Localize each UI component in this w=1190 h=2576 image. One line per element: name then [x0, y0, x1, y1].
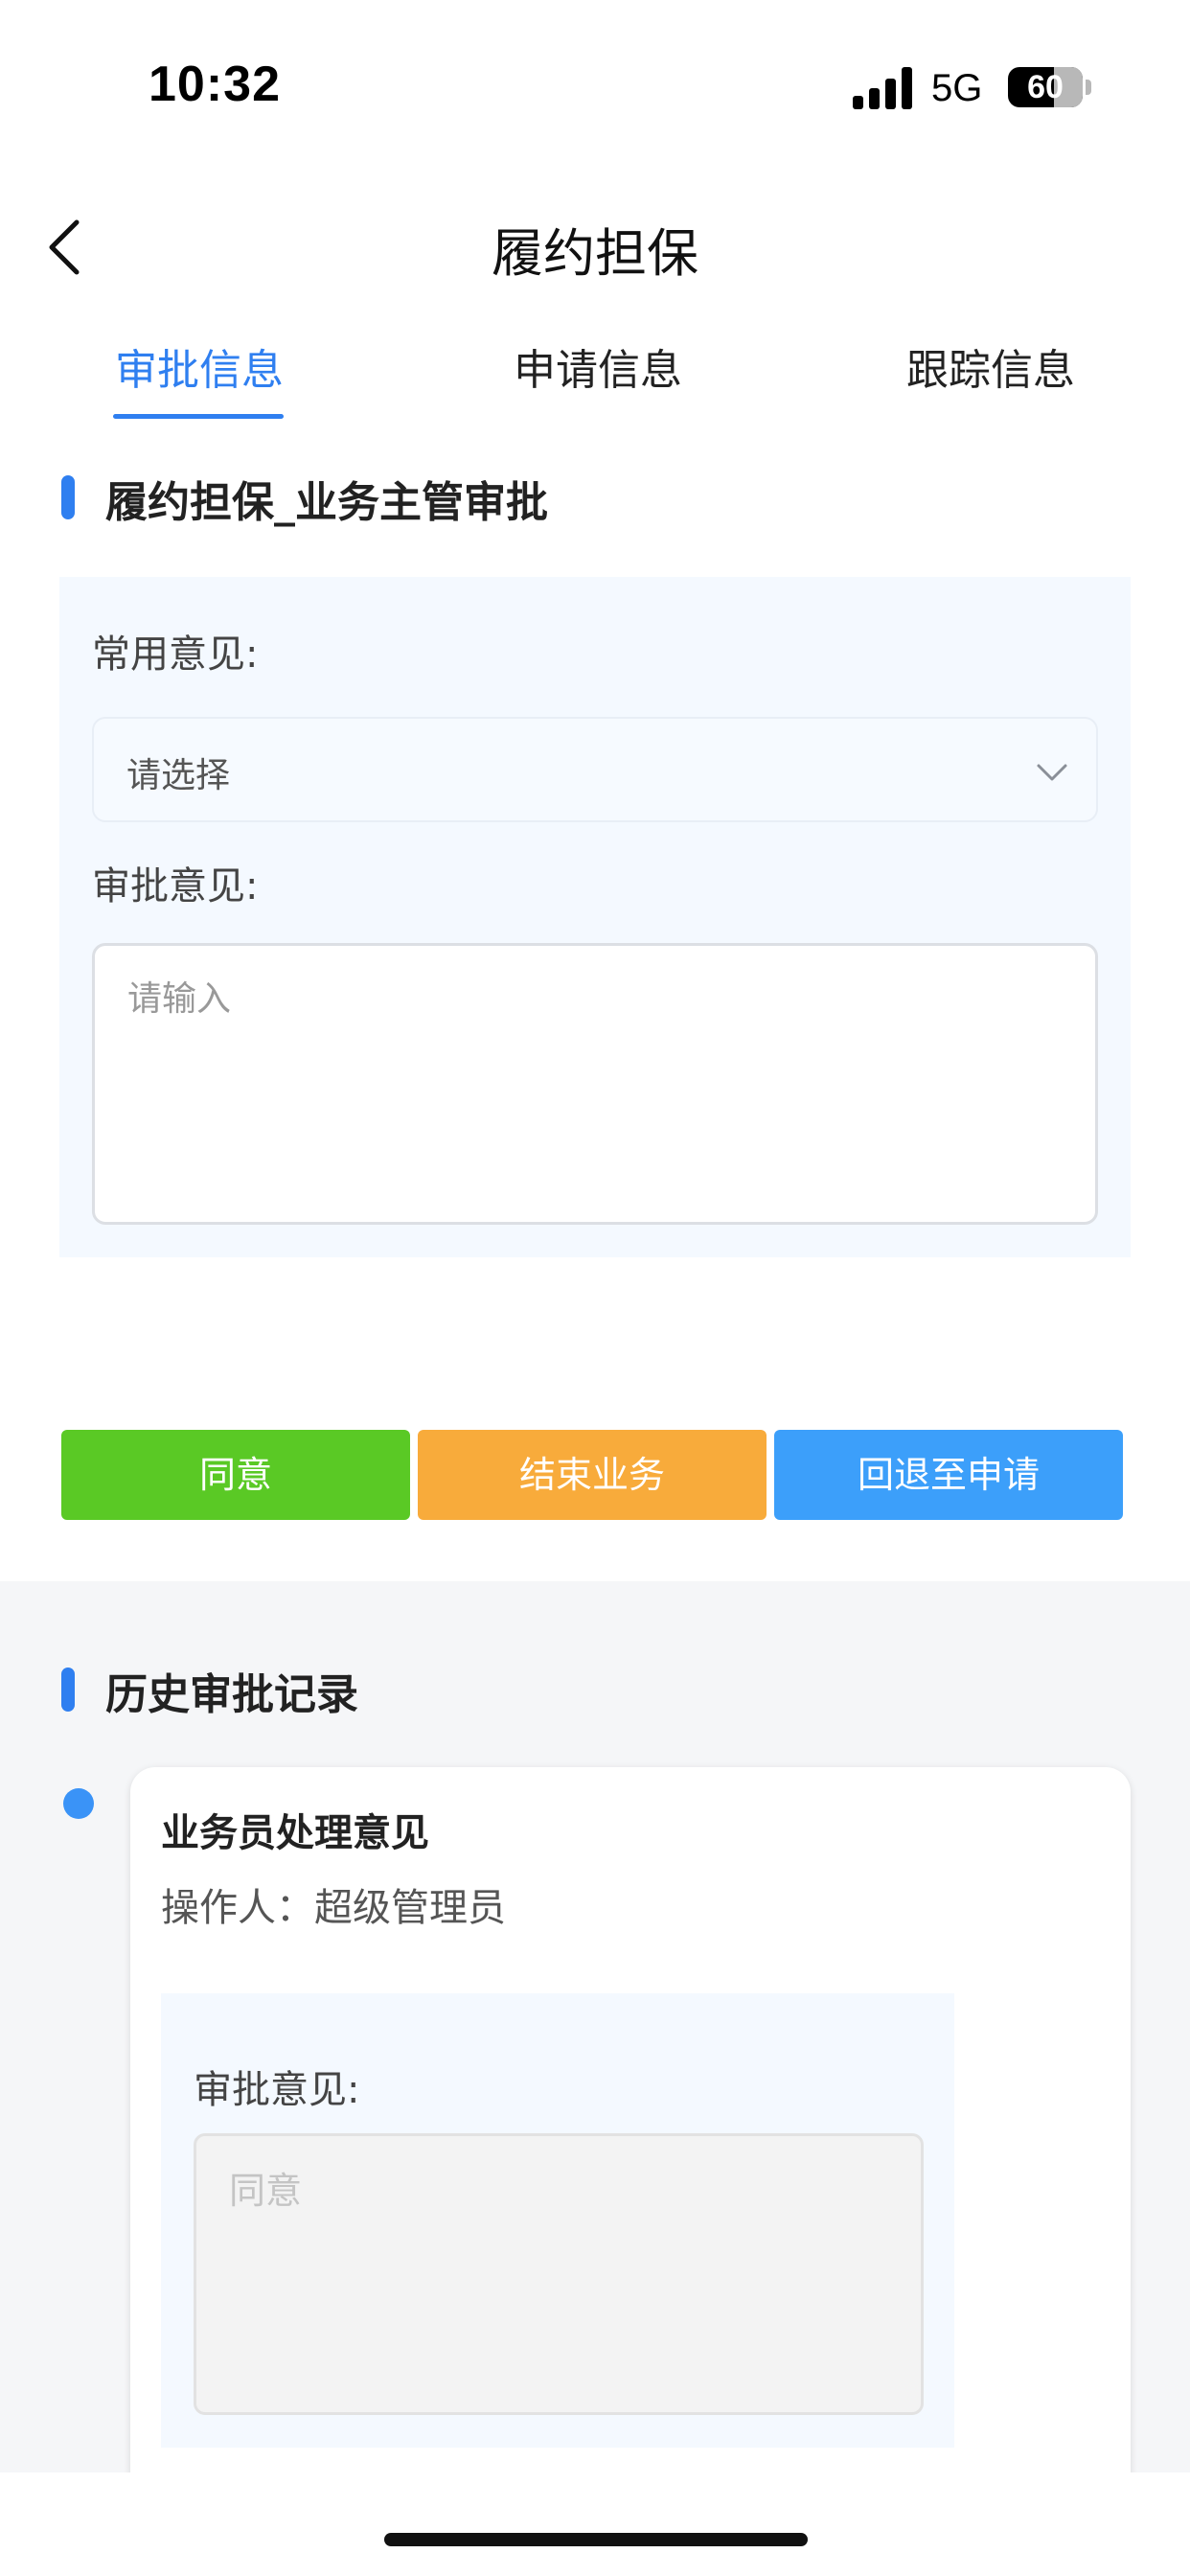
- history-record-card: 业务员处理意见 操作人：超级管理员 审批意见: 同意: [130, 1767, 1131, 2524]
- section-marker: [61, 475, 75, 519]
- common-opinion-select[interactable]: 请选择: [92, 717, 1098, 822]
- timeline-dot: [63, 1788, 94, 1819]
- record-opinion-box: 审批意见: 同意: [161, 1993, 954, 2448]
- common-opinion-placeholder: 请选择: [126, 756, 231, 795]
- return-to-apply-button[interactable]: 回退至申请: [774, 1430, 1123, 1520]
- tab-approval-info[interactable]: 审批信息: [115, 335, 284, 397]
- cellular-signal-icon: [853, 67, 914, 109]
- record-opinion-value: 同意: [229, 2170, 303, 2212]
- approval-opinion-placeholder: 请输入: [127, 979, 232, 1019]
- approval-opinion-input[interactable]: 请输入: [92, 943, 1098, 1225]
- end-business-button[interactable]: 结束业务: [418, 1430, 767, 1520]
- battery-level: 60: [1027, 69, 1064, 105]
- chevron-down-icon: [1037, 764, 1067, 781]
- tab-application-info[interactable]: 申请信息: [514, 335, 682, 397]
- home-indicator-area: [0, 2472, 1190, 2576]
- record-opinion-field: 同意: [194, 2133, 924, 2415]
- section-marker: [61, 1668, 75, 1712]
- network-type: 5G: [931, 67, 983, 109]
- history-section-title: 历史审批记录: [105, 1670, 358, 1719]
- agree-button[interactable]: 同意: [61, 1430, 410, 1520]
- active-tab-indicator: [113, 414, 284, 419]
- status-bar: 10:32 5G 60: [0, 0, 1190, 172]
- record-operator: 操作人：超级管理员: [161, 1886, 506, 1930]
- tab-tracking-info[interactable]: 跟踪信息: [906, 335, 1075, 397]
- battery-icon: 60: [1008, 67, 1083, 107]
- page-title: 履约担保: [492, 223, 698, 284]
- record-opinion-label: 审批意见:: [194, 2068, 360, 2112]
- approval-section-title: 履约担保_业务主管审批: [105, 478, 548, 527]
- approval-opinion-label: 审批意见:: [92, 864, 259, 908]
- battery-nub: [1086, 80, 1091, 95]
- record-title: 业务员处理意见: [161, 1811, 429, 1855]
- home-indicator[interactable]: [384, 2533, 808, 2546]
- common-opinion-label: 常用意见:: [92, 632, 259, 677]
- status-time: 10:32: [149, 57, 281, 112]
- tab-bar: 审批信息 申请信息 跟踪信息: [0, 335, 1190, 422]
